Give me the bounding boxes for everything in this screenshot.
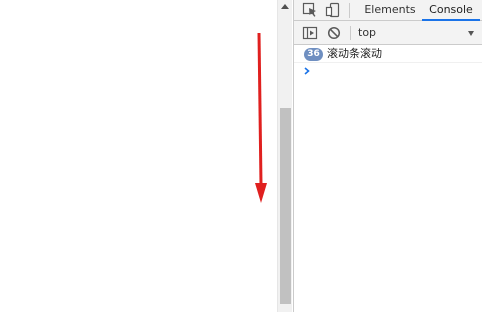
scroll-up-arrow-icon[interactable] xyxy=(281,4,289,9)
web-page-area xyxy=(0,0,277,312)
console-message-text: 滚动条滚动 xyxy=(327,47,382,60)
browser-window: Elements Console top 36 滚动条滚动 xyxy=(0,0,482,312)
device-toolbar-icon[interactable] xyxy=(325,2,341,18)
page-scrollbar[interactable] xyxy=(277,0,292,312)
execution-context-select[interactable]: top xyxy=(358,24,480,42)
chevron-down-icon xyxy=(468,31,474,36)
console-output: 36 滚动条滚动 xyxy=(294,46,482,79)
console-sidebar-icon[interactable] xyxy=(302,25,318,41)
repeat-count-badge: 36 xyxy=(304,48,323,61)
clear-console-icon[interactable] xyxy=(326,25,342,41)
toolbar-separator xyxy=(349,3,350,18)
tab-console[interactable]: Console xyxy=(422,0,480,21)
tab-elements[interactable]: Elements xyxy=(360,0,420,21)
inspect-element-icon[interactable] xyxy=(302,2,318,18)
execution-context-value: top xyxy=(358,26,377,39)
toolbar-separator xyxy=(350,26,351,40)
console-toolbar: top xyxy=(294,21,482,45)
console-prompt[interactable] xyxy=(294,63,482,79)
console-message: 36 滚动条滚动 xyxy=(294,46,482,63)
devtools-tab-bar: Elements Console xyxy=(294,0,482,21)
red-down-arrow-annotation xyxy=(255,33,267,203)
scrollbar-thumb[interactable] xyxy=(280,108,291,304)
console-prompt-chevron-icon xyxy=(304,67,310,75)
devtools-panel: Elements Console top 36 滚动条滚动 xyxy=(293,0,482,312)
